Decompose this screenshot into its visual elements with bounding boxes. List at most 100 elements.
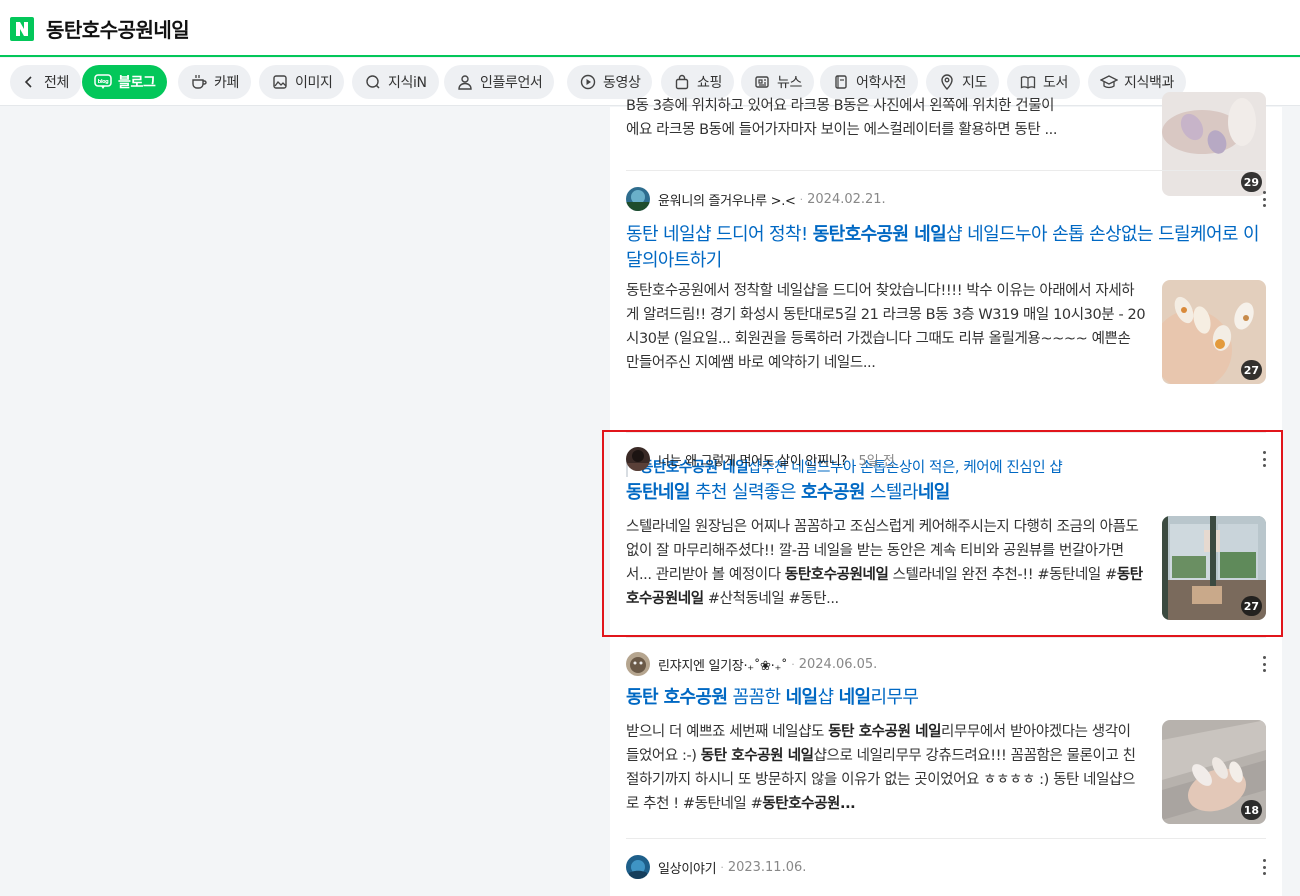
result-item: 린쟈지엔 일기장·₊˚❀·₊˚ · 2024.06.05. 동탄 호수공원 꼼꼼…	[610, 638, 1282, 838]
tab-label: 도서	[1043, 75, 1068, 91]
result-meta: 린쟈지엔 일기장·₊˚❀·₊˚ · 2024.06.05.	[626, 652, 877, 676]
separator-dot: ·	[799, 192, 804, 206]
author-avatar[interactable]	[626, 652, 650, 676]
tab-label: 지식백과	[1124, 75, 1174, 91]
title-highlight: 네일	[838, 687, 872, 708]
shopping-bag-icon	[673, 73, 691, 91]
desc-highlight: 동탄호수공원...	[762, 796, 856, 812]
separator-dot: ·	[720, 860, 724, 874]
tab-label: 뉴스	[777, 75, 802, 91]
title-highlight: 호수공원	[800, 482, 865, 503]
desc-text: 받으니 더 예쁘죠 세번째 네일샵도	[626, 724, 829, 740]
result-description[interactable]: 스텔라네일 원장님은 어찌나 꼼꼼하고 조심스럽게 케어해주시는지 다행히 조금…	[626, 515, 1146, 611]
desc-highlight: 동탄호수공원네일	[784, 567, 889, 583]
map-pin-icon	[938, 73, 956, 91]
desc-text: #산척동네일 #동탄...	[703, 591, 839, 607]
result-thumbnail[interactable]: 27	[1162, 280, 1266, 384]
graduation-cap-icon	[1100, 73, 1118, 91]
tab-label: 쇼핑	[697, 75, 722, 91]
title-highlight: 동탄호수공원 네일	[812, 224, 947, 245]
chevron-left-icon	[20, 73, 38, 91]
tab-label: 지식iN	[388, 75, 427, 91]
kin-icon	[364, 73, 382, 91]
title-highlight: 네일	[917, 482, 951, 503]
tab-kin[interactable]: 지식iN	[352, 65, 439, 99]
tab-label: 카페	[214, 75, 239, 91]
separator-dot: ·	[851, 452, 855, 466]
description-line: 에요 라크몽 B동에 들어가자마자 보이는 에스컬레이터를 활용하면 동탄 ..…	[626, 122, 1058, 138]
tab-label: 이미지	[295, 75, 333, 91]
author-name[interactable]: 린쟈지엔 일기장·₊˚❀·₊˚	[658, 655, 788, 674]
more-options-icon[interactable]	[1262, 656, 1266, 672]
person-icon	[456, 73, 474, 91]
image-count-badge: 27	[1240, 596, 1262, 616]
image-icon	[271, 73, 289, 91]
post-date: 2023.11.06.	[727, 859, 807, 875]
title-text: 스텔라	[864, 482, 919, 503]
desc-text: 스텔라네일 완전 추천-!! #동탄네일 #	[888, 567, 1118, 583]
tab-label: 지도	[962, 75, 987, 91]
news-icon	[753, 73, 771, 91]
tab-influencer[interactable]: 인플루언서	[444, 65, 555, 99]
result-title[interactable]: 동탄 네일샵 드디어 정착! 동탄호수공원 네일샵 네일드누아 손톱 손상없는 …	[626, 222, 1266, 274]
title-highlight: 동탄네일	[626, 482, 690, 503]
search-header: 동탄호수공원네일	[0, 0, 1300, 57]
result-thumbnail[interactable]: 27	[1162, 516, 1266, 620]
naver-logo-icon[interactable]	[10, 17, 34, 41]
result-thumbnail[interactable]: 18	[1162, 720, 1266, 824]
blog-icon: blog	[94, 73, 112, 91]
result-item: 윤워니의 즐거우나루 >.< · 2024.02.21. 동탄 네일샵 드디어 …	[610, 171, 1282, 477]
result-item: 너는 왜 그렇게 먹어도 살이 안찌니? · 5일 전 동탄네일 추천 실력좋은…	[610, 433, 1282, 638]
tab-label: 동영상	[603, 75, 641, 91]
tab-label: 전체	[44, 75, 69, 91]
result-meta: 윤워니의 즐거우나루 >.< · 2024.02.21.	[626, 187, 886, 211]
result-item: 일상이야기 · 2023.11.06.	[610, 839, 1282, 896]
tab-cafe[interactable]: 카페	[178, 65, 251, 99]
result-meta: 일상이야기 · 2023.11.06.	[626, 855, 806, 879]
title-text: 동탄 네일샵 드디어 정착!	[626, 224, 813, 245]
description-line: B동 3층에 위치하고 있어요 라크몽 B동은 사진에서 왼쪽에 위치한 건물이	[626, 98, 1055, 114]
tab-label: 블로그	[118, 75, 156, 91]
image-count-badge: 27	[1240, 360, 1262, 380]
author-avatar[interactable]	[626, 855, 650, 879]
search-query[interactable]: 동탄호수공원네일	[46, 14, 190, 43]
result-item: B동 3층에 위치하고 있어요 라크몽 B동은 사진에서 왼쪽에 위치한 건물이…	[610, 92, 1282, 196]
dictionary-icon	[832, 73, 850, 91]
more-options-icon[interactable]	[1262, 859, 1266, 875]
post-date: 2024.02.21.	[807, 191, 886, 207]
author-name[interactable]: 윤워니의 즐거우나루 >.<	[658, 190, 796, 209]
author-name[interactable]: 일상이야기	[658, 858, 717, 877]
tab-image[interactable]: 이미지	[259, 65, 345, 99]
separator-dot: ·	[791, 657, 795, 671]
author-avatar[interactable]	[626, 187, 650, 211]
result-description[interactable]: 동탄호수공원에서 정착할 네일샵을 드디어 찾았습니다!!!! 박수 이유는 아…	[626, 279, 1146, 375]
tab-blog[interactable]: blog 블로그	[82, 65, 168, 99]
tab-label: 어학사전	[856, 75, 906, 91]
play-icon	[579, 73, 597, 91]
result-title[interactable]: 동탄네일 추천 실력좋은 호수공원 스텔라네일	[626, 480, 1266, 506]
title-text: 리무무	[870, 687, 919, 708]
result-title[interactable]: 동탄 호수공원 꼼꼼한 네일샵 네일리무무	[626, 685, 1266, 711]
title-highlight: 네일	[785, 687, 819, 708]
author-name[interactable]: 너는 왜 그렇게 먹어도 살이 안찌니?	[658, 450, 847, 469]
title-text: 추천 실력좋은	[689, 482, 801, 503]
desc-highlight: 동탄 호수공원 네일	[828, 724, 942, 740]
svg-text:blog: blog	[98, 79, 110, 85]
title-text: 샵	[817, 687, 839, 708]
author-avatar[interactable]	[626, 447, 650, 471]
result-description[interactable]: B동 3층에 위치하고 있어요 라크몽 B동은 사진에서 왼쪽에 위치한 건물이…	[626, 94, 1146, 170]
book-icon	[1019, 73, 1037, 91]
desc-highlight: 동탄 호수공원 네일	[700, 748, 814, 764]
tab-all[interactable]: 전체	[10, 65, 81, 99]
more-options-icon[interactable]	[1262, 191, 1266, 207]
post-date: 2024.06.05.	[798, 656, 878, 672]
post-date: 5일 전	[858, 453, 895, 469]
more-options-icon[interactable]	[1262, 451, 1266, 467]
result-meta: 너는 왜 그렇게 먹어도 살이 안찌니? · 5일 전	[626, 447, 895, 471]
blog-results: B동 3층에 위치하고 있어요 라크몽 B동은 사진에서 왼쪽에 위치한 건물이…	[610, 92, 1282, 896]
result-description[interactable]: 받으니 더 예쁘죠 세번째 네일샵도 동탄 호수공원 네일리무무에서 받아야겠다…	[626, 720, 1146, 816]
title-highlight: 동탄 호수공원	[626, 687, 728, 708]
cafe-icon	[190, 73, 208, 91]
tab-label: 인플루언서	[480, 75, 543, 91]
title-text: 꼼꼼한	[727, 687, 786, 708]
